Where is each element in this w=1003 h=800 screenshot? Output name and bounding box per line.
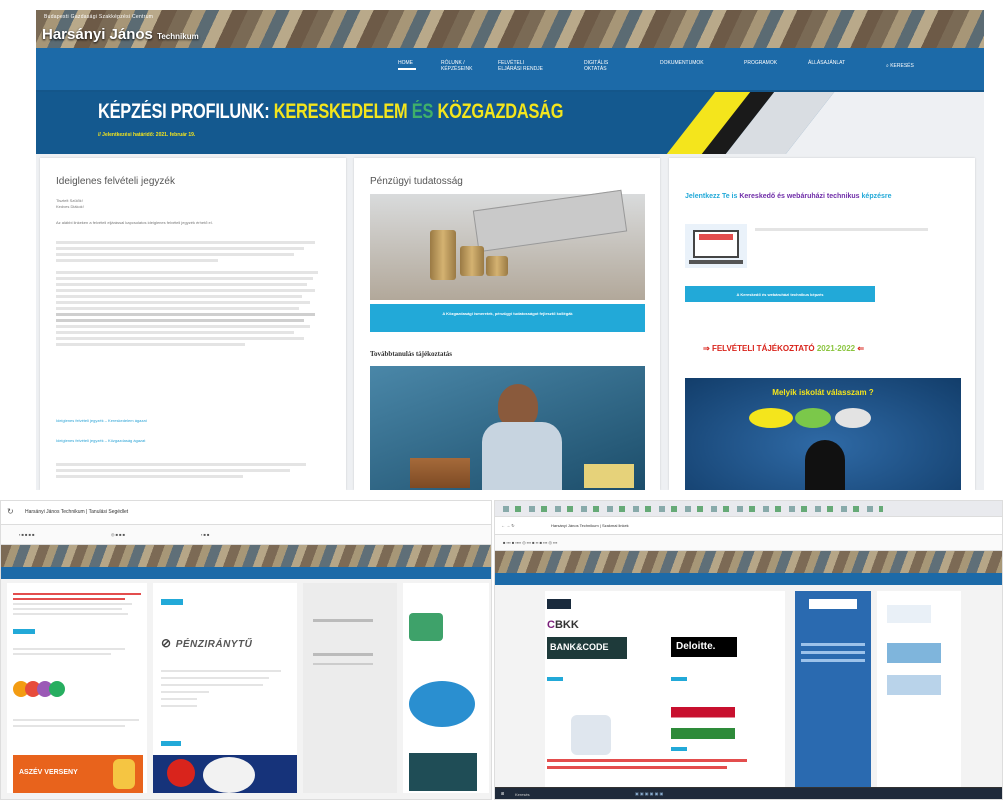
site-nav-strip <box>495 573 1002 585</box>
link-commerce[interactable]: Ideiglenes felvételi jegyzék – Kereskede… <box>56 418 147 424</box>
profile-banner: KÉPZÉSI PROFILUNK: KERESKEDELEM ÉS KÖZGA… <box>36 92 984 154</box>
address-bar: ← → ↻ Harsányi János Technikum | Szakmai… <box>495 517 1002 535</box>
search-label: KERESÉS <box>890 63 914 69</box>
reload-icon[interactable]: ↻ <box>7 507 14 516</box>
arrow-right-icon: ⇒ <box>703 344 710 353</box>
student-thinking-image <box>370 366 645 490</box>
nav-search[interactable]: ⌕ KERESÉS <box>886 63 946 69</box>
card-trader-training: Jelentkezz Te is Kereskedő és webáruházi… <box>669 158 975 490</box>
tab-strip <box>495 501 1002 517</box>
harsanyi-homepage: Budapesti Gazdasági Szakképzési Centrum … <box>36 10 984 490</box>
card-financial-awareness: Pénzügyi tudatosság A Közgazdasági ismer… <box>354 158 660 490</box>
sidebar-right <box>403 583 489 793</box>
main-navigation: HOME RÓLUNK / KÉPZÉSEINK FELVÉTELI ELJÁR… <box>36 48 984 92</box>
taskbar: ⊞ Keresés ▣ ▣ ▣ ▣ ▣ ▣ <box>495 787 1002 799</box>
taskbar-search[interactable]: Keresés <box>515 792 530 797</box>
footnote <box>56 460 316 481</box>
trader-text <box>755 226 935 233</box>
admission-label: FELVÉTELI TÁJÉKOZTATÓ <box>711 344 815 353</box>
bank-code-logo[interactable]: BANK&CODE <box>547 637 627 659</box>
middle-column: ⊘ PÉNZIRÁNYTŰ <box>153 583 297 793</box>
bookmarks-bar: ■ ▪▪▪ ■ ▪▪▪▪ ◎ ▪▪▪ ■ ▪▪ ■ ▪▪▪ ◎ ▪▪▪ <box>495 535 1002 551</box>
compass-icon: ⊘ <box>161 636 172 650</box>
nav-item-documents[interactable]: DOKUMENTUMOK <box>660 60 714 66</box>
penziranytu-prefix: PÉNZ <box>175 639 205 650</box>
bookmark-row[interactable]: ■ ▪▪▪ ■ ▪▪▪▪ ◎ ▪▪▪ ■ ▪▪ ■ ▪▪▪ ◎ ▪▪▪ <box>503 540 557 545</box>
tab-title[interactable]: Harsányi János Technikum | Szakmai linke… <box>551 523 629 528</box>
szakma-banner[interactable] <box>153 755 297 793</box>
site-subtitle: Budapesti Gazdasági Szakképzési Centrum <box>44 14 154 20</box>
nav-arrows-icon[interactable]: ← → ↻ <box>501 523 515 528</box>
nav-item-about[interactable]: RÓLUNK / KÉPZÉSEINK <box>441 60 477 72</box>
paragraph: Az alábbi linkeken a felvételi eljárássa… <box>56 220 213 225</box>
blue-sidebar <box>795 591 871 787</box>
trader-heading-part1: Jelentkezz Te is <box>685 193 738 200</box>
financial-teachers-button[interactable]: A Közgazdasági ismeretek, pénzügyi tudat… <box>370 304 645 332</box>
banner-heading: KÉPZÉSI PROFILUNK: KERESKEDELEM ÉS KÖZGA… <box>98 100 563 124</box>
trader-heading-part2: Kereskedő és webáruházi technikus <box>739 193 860 200</box>
bkk-label: BKK <box>554 619 579 631</box>
trader-training-button[interactable]: A Kereskedő és webáruházi technikus képz… <box>685 286 875 302</box>
site-nav-strip <box>1 567 491 579</box>
site-header-strip <box>1 545 491 567</box>
text-block <box>56 238 326 349</box>
banner-subline: // Jelentkezési határidő: 2021. február … <box>98 132 196 138</box>
nav-item-admission[interactable]: FELVÉTELI ELJÁRÁSI RENDJE <box>498 60 546 72</box>
taskbar-apps-icon[interactable]: ▣ ▣ ▣ ▣ ▣ ▣ <box>635 791 663 796</box>
bkk-logo[interactable]: CBKK <box>547 619 579 631</box>
site-header: Budapesti Gazdasági Szakképzési Centrum … <box>36 10 984 48</box>
address-bar: ↻ Harsányi János Technikum | Tanulási Se… <box>1 501 491 525</box>
pin-logo <box>13 673 73 707</box>
left-column: ASZÉV VERSENY <box>7 583 147 793</box>
arrow-left-icon: ⇐ <box>857 344 865 353</box>
card-admission-list: Ideiglenes felvételi jegyzék Tisztelt Sz… <box>40 158 346 490</box>
bookmarks-bar: ▪ ■ ■ ■ ■ ◎ ■ ■ ■ ▪ ■ ■ <box>1 525 491 545</box>
windows-start-icon[interactable]: ⊞ <box>501 791 504 796</box>
deloitte-logo[interactable]: Deloitte. <box>671 637 737 657</box>
bookmark-2[interactable]: ◎ ■ ■ ■ <box>111 532 125 537</box>
admission-info-link[interactable]: ⇒ FELVÉTELI TÁJÉKOZTATÓ 2021-2022 ⇐ <box>703 344 864 353</box>
site-title: Harsányi János <box>42 26 153 43</box>
school-choice-heading: Melyik iskolát válasszam ? <box>772 388 874 397</box>
tab-title[interactable]: Harsányi János Technikum | Tanulási Segé… <box>25 509 128 515</box>
trader-heading-part3: képzésre <box>861 193 892 200</box>
links-column: CBKK BANK&CODE Deloitte. <box>545 591 785 787</box>
search-icon: ⌕ <box>886 63 889 69</box>
card-title: Ideiglenes felvételi jegyzék <box>56 176 175 187</box>
school-choice-image: Melyik iskolát válasszam ? <box>685 378 961 490</box>
nav-item-home[interactable]: HOME <box>398 60 416 70</box>
calculator-coins-image <box>370 189 645 300</box>
browser-window-left: ↻ Harsányi János Technikum | Tanulási Se… <box>0 500 492 800</box>
right-sidebar <box>877 591 961 787</box>
penziranytu-suffix: IRÁNYTŰ <box>204 639 253 650</box>
penziranytu-logo[interactable]: ⊘ PÉNZIRÁNYTŰ <box>161 635 252 650</box>
site-title-suffix: Technikum <box>157 32 199 41</box>
banner-heading-part1: KÉPZÉSI PROFILUNK: <box>98 100 270 123</box>
site-header-strip <box>495 551 1002 573</box>
nav-item-jobs[interactable]: ÁLLÁSAJÁNLAT <box>808 60 852 66</box>
contest-label: ASZÉV VERSENY <box>19 769 78 776</box>
browser-window-right: ← → ↻ Harsányi János Technikum | Szakmai… <box>494 500 1003 800</box>
webshop-illustration <box>685 224 747 268</box>
trader-heading: Jelentkezz Te is Kereskedő és webáruházi… <box>685 192 965 201</box>
nav-item-programs[interactable]: PROGRAMOK <box>744 60 784 66</box>
admission-years: 2021-2022 <box>816 344 856 353</box>
banner-heading-part4: KÖZGAZDASÁG <box>437 100 564 123</box>
banner-heading-part3: ÉS <box>411 100 434 123</box>
sidebar-left <box>303 583 397 793</box>
link-economy[interactable]: Ideiglenes felvételi jegyzék – Közgazdas… <box>56 438 145 444</box>
site-logo-title[interactable]: Harsányi János Technikum <box>42 26 199 43</box>
banner-heading-part2: KERESKEDELEM <box>273 100 408 123</box>
bookmark-3[interactable]: ▪ ■ ■ <box>201 532 209 537</box>
nav-item-digital[interactable]: DIGITÁLIS OKTATÁS <box>584 60 629 72</box>
card-title: Pénzügyi tudatosság <box>370 176 463 187</box>
contest-banner[interactable]: ASZÉV VERSENY <box>13 755 143 793</box>
further-studies-title: Továbbtanulás tájékoztatás <box>370 350 453 358</box>
greeting-2: Kedves Diákok! <box>56 204 84 209</box>
bookmark-1[interactable]: ▪ ■ ■ ■ ■ <box>19 532 35 537</box>
